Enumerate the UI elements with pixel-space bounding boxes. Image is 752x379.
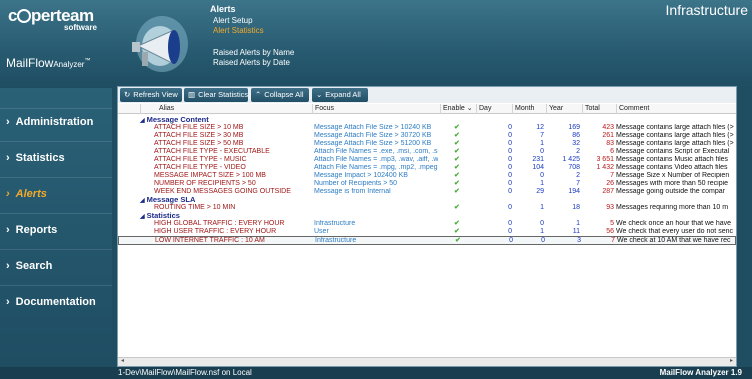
chart-icon: ▥ (188, 90, 196, 99)
company-logo-sub: software (64, 23, 97, 32)
alerts-submenu: Alerts Alert Setup Alert Statistics Rais… (210, 4, 294, 68)
col-year[interactable]: Year (546, 104, 582, 114)
check-icon: ✔ (454, 228, 460, 235)
menu-raised-by-date[interactable]: Raised Alerts by Date (213, 58, 294, 68)
check-icon: ✔ (454, 148, 460, 155)
table-row[interactable]: ATTACH FILE TYPE - EXECUTABLE Attach File… (118, 148, 736, 156)
table-row[interactable]: MESSAGE IMPACT SIZE > 100 MB Message Impa… (118, 172, 736, 180)
chevron-right-icon: › (6, 152, 10, 164)
alerts-grid: ◢ Message Content ATTACH FILE SIZE > 10 M… (118, 116, 736, 357)
group-row[interactable]: ◢ Message Content (118, 116, 736, 124)
nav-alerts[interactable]: › Alerts (6, 188, 47, 200)
check-icon: ✔ (454, 140, 460, 147)
check-icon: ✔ (454, 124, 460, 131)
col-total[interactable]: Total (582, 104, 616, 114)
table-row[interactable]: ATTACH FILE SIZE > 50 MB Message Attach F… (118, 140, 736, 148)
menu-raised-by-name[interactable]: Raised Alerts by Name (213, 48, 294, 58)
table-row[interactable]: ATTACH FILE SIZE > 10 MB Message Attach F… (118, 124, 736, 132)
col-day[interactable]: Day (476, 104, 512, 114)
megaphone-icon (132, 16, 188, 72)
menu-alert-statistics[interactable]: Alert Statistics (213, 26, 294, 36)
table-row-selected[interactable]: LOW INTERNET TRAFFIC : 10 AM Infrastructu… (118, 236, 736, 245)
table-row[interactable]: HIGH GLOBAL TRAFFIC : EVERY HOUR Infrastr… (118, 220, 736, 228)
nav-statistics[interactable]: › Statistics (6, 152, 65, 164)
section-title: Alerts (210, 4, 236, 14)
check-icon: ✔ (454, 156, 460, 163)
scroll-left-icon[interactable]: ◂ (121, 357, 124, 364)
status-bar: 1-Dev\MailFlow\MailFlow.nsf on Local Mai… (0, 367, 752, 379)
check-icon: ✔ (454, 164, 460, 171)
chevron-right-icon: › (6, 116, 10, 128)
horizontal-scrollbar[interactable]: ◂ ▸ (118, 357, 736, 366)
context-title: Infrastructure (665, 2, 748, 18)
check-icon: ✔ (454, 132, 460, 139)
expand-all-button[interactable]: ⌄ Expand All (312, 88, 368, 102)
col-month[interactable]: Month (512, 104, 546, 114)
table-row[interactable]: ATTACH FILE SIZE > 30 MB Message Attach F… (118, 132, 736, 140)
refresh-icon: ↻ (124, 90, 131, 99)
table-row[interactable]: WEEK END MESSAGES GOING OUTSIDE Message i… (118, 188, 736, 196)
col-alias[interactable]: Alias (140, 104, 312, 114)
menu-alert-setup[interactable]: Alert Setup (213, 16, 294, 26)
table-row[interactable]: ROUTING TIME > 10 MIN ✔ 0 1 18 93 Messages req… (118, 204, 736, 212)
check-icon: ✔ (454, 180, 460, 187)
col-focus[interactable]: Focus (312, 104, 440, 114)
chevron-right-icon: › (6, 188, 10, 200)
table-row[interactable]: ATTACH FILE TYPE - MUSIC Attach File Name… (118, 156, 736, 164)
chevron-up-icon: ⌃ (255, 90, 262, 99)
check-icon: ✔ (454, 188, 460, 195)
chevron-right-icon: › (6, 296, 10, 308)
check-icon: ✔ (454, 172, 460, 179)
table-row[interactable]: HIGH USER TRAFFIC : EVERY HOUR User ✔ 0 1 11 5… (118, 228, 736, 236)
refresh-view-button[interactable]: ↻ Refresh View (120, 88, 182, 102)
left-navigation: › Administration › Statistics › Alerts › Rep… (0, 88, 112, 368)
sort-down-icon: ⌄ (466, 105, 473, 112)
table-row[interactable]: ATTACH FILE TYPE - VIDEO Attach File Name… (118, 164, 736, 172)
version-label: MailFlow Analyzer 1.9 (659, 368, 742, 377)
check-icon: ✔ (455, 237, 461, 244)
check-icon: ✔ (454, 220, 460, 227)
app-header: c perteam software MailFlowAnalyzer™ Aler… (0, 0, 752, 88)
scroll-right-icon[interactable]: ▸ (730, 357, 733, 364)
table-row[interactable]: NUMBER OF RECIPIENTS > 50 Number of Recip… (118, 180, 736, 188)
nav-administration[interactable]: › Administration (6, 116, 93, 128)
grid-header: Alias Focus Enable ⌄ Day Month Year Tota… (118, 104, 736, 114)
logo-ring-icon (16, 9, 31, 23)
nav-reports[interactable]: › Reports (6, 224, 57, 236)
group-row[interactable]: ◢ Message SLA (118, 196, 736, 205)
database-path: 1-Dev\MailFlow\MailFlow.nsf on Local (118, 368, 252, 377)
product-name: MailFlowAnalyzer™ (6, 56, 91, 70)
collapse-all-button[interactable]: ⌃ Collapse All (251, 88, 309, 102)
chevron-down-icon: ⌄ (316, 90, 323, 99)
col-enable[interactable]: Enable ⌄ (440, 104, 476, 114)
nav-documentation[interactable]: › Documentation (6, 296, 96, 308)
group-row[interactable]: ◢ Statistics (118, 212, 736, 221)
nav-search[interactable]: › Search (6, 260, 52, 272)
alert-statistics-view: ↻ Refresh View ▥ Clear Statistics ⌃ Collaps… (117, 86, 737, 367)
chevron-right-icon: › (6, 224, 10, 236)
chevron-right-icon: › (6, 260, 10, 272)
col-comment[interactable]: Comment (616, 104, 736, 114)
check-icon: ✔ (454, 204, 460, 211)
action-toolbar: ↻ Refresh View ▥ Clear Statistics ⌃ Collaps… (118, 87, 736, 103)
clear-statistics-button[interactable]: ▥ Clear Statistics (184, 88, 248, 102)
